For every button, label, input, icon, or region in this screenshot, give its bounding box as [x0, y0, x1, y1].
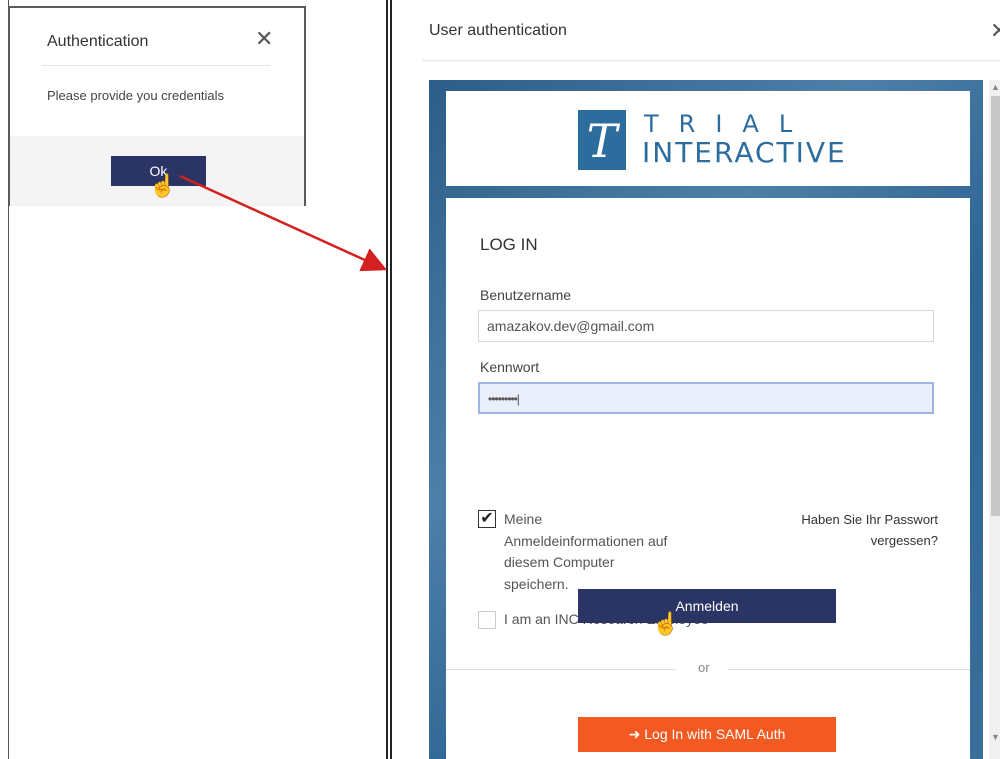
- or-divider-right: [728, 669, 970, 670]
- trial-interactive-logo-mark: T: [578, 110, 626, 170]
- logo-banner: T TRIAL INTERACTIVE: [446, 91, 970, 186]
- dialog-title: Authentication: [47, 33, 149, 50]
- password-input[interactable]: •••••••••|: [478, 382, 934, 414]
- checkmark-icon: ✔: [480, 510, 494, 527]
- or-text: or: [698, 660, 710, 675]
- user-authentication-dialog: User authentication ✕ T TRIAL INTERACTIV…: [390, 0, 1000, 759]
- scrollbar-thumb[interactable]: [991, 96, 1000, 516]
- remember-line-2: Anmeldeinformationen auf: [504, 532, 668, 549]
- logo-text-interactive: INTERACTIVE: [642, 136, 847, 169]
- divider: [42, 65, 270, 66]
- logo-text-trial: TRIAL: [644, 110, 813, 138]
- dialog-message: Please provide you credentials: [47, 88, 225, 103]
- inc-employee-checkbox[interactable]: [478, 611, 496, 629]
- password-label: Kennwort: [480, 359, 540, 375]
- close-icon[interactable]: ✕: [990, 18, 1000, 44]
- remember-me-checkbox[interactable]: ✔: [478, 510, 496, 528]
- saml-login-button[interactable]: ➜ Log In with SAML Auth: [578, 717, 836, 752]
- login-form: LOG IN Benutzername amazakov.dev@gmail.c…: [446, 198, 970, 759]
- forgot-password-link[interactable]: Haben Sie Ihr Passwort vergessen?: [801, 509, 938, 551]
- or-divider-left: [446, 669, 676, 670]
- login-frame: T TRIAL INTERACTIVE LOG IN Benutzername …: [429, 80, 983, 759]
- dialog-title: User authentication: [429, 22, 567, 39]
- close-icon[interactable]: ✕: [255, 26, 273, 52]
- remember-line-3: diesem Computer: [504, 554, 615, 570]
- hand-pointer-icon: ☝: [652, 611, 680, 636]
- hand-pointer-icon: ☝: [149, 173, 177, 198]
- anmelden-button[interactable]: Anmelden: [578, 589, 836, 623]
- remember-me-label: Meine Anmeldeinformationen auf diesem Co…: [504, 509, 724, 595]
- scroll-down-arrow-icon[interactable]: ▼: [989, 732, 1000, 742]
- divider: [422, 60, 1000, 61]
- scroll-up-arrow-icon[interactable]: ▲: [989, 82, 1000, 92]
- username-label: Benutzername: [480, 287, 572, 303]
- username-input[interactable]: amazakov.dev@gmail.com: [478, 310, 934, 342]
- login-heading: LOG IN: [480, 235, 538, 254]
- authentication-dialog: Authentication ✕ Please provide you cred…: [8, 6, 306, 206]
- logo-mark-letter: T: [586, 114, 618, 168]
- forgot-line-1: Haben Sie Ihr Passwort: [801, 512, 938, 527]
- remember-line-1: Meine: [504, 511, 543, 527]
- forgot-line-2: vergessen?: [870, 533, 938, 548]
